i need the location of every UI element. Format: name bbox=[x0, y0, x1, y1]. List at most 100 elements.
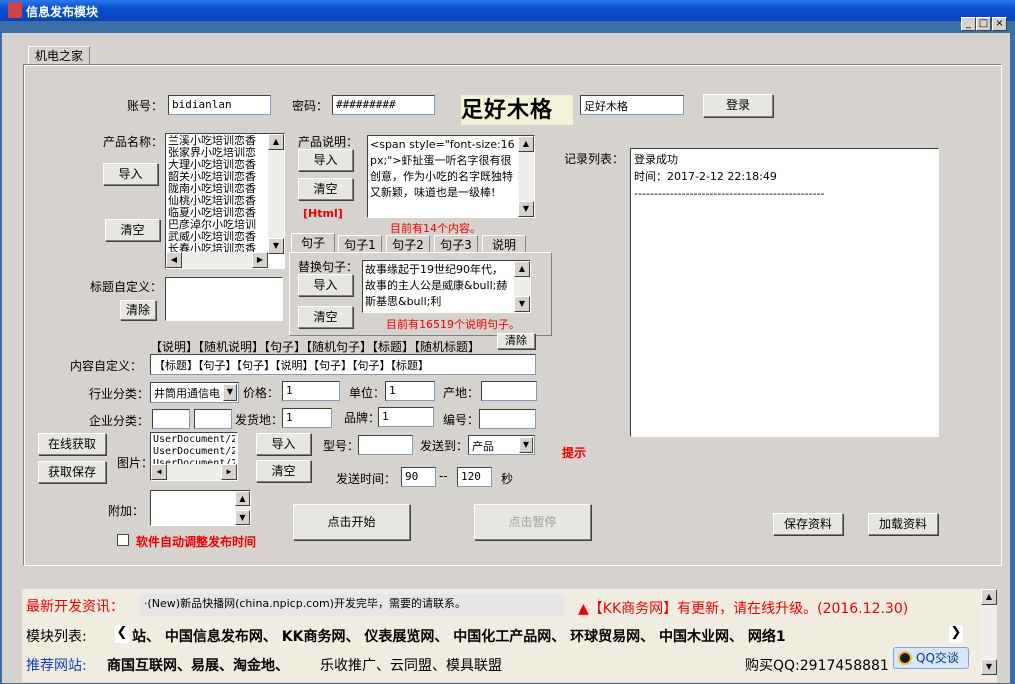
title-custom-clear-button[interactable]: 清除 bbox=[120, 300, 156, 320]
scroll-down-icon[interactable]: ▼ bbox=[518, 201, 534, 217]
scroll-left-icon[interactable]: ◀ bbox=[166, 252, 182, 268]
company-input-2[interactable] bbox=[194, 409, 232, 429]
load-data-button[interactable]: 加载资料 bbox=[868, 513, 938, 535]
online-fetch-button[interactable]: 在线获取 bbox=[38, 433, 106, 455]
modules-next-icon[interactable]: ❯ bbox=[949, 625, 963, 643]
pause-button[interactable]: 点击暂停 bbox=[474, 504, 591, 540]
code-input[interactable] bbox=[479, 409, 536, 429]
model-input[interactable] bbox=[358, 435, 413, 455]
start-button[interactable]: 点击开始 bbox=[293, 504, 410, 540]
unit-input[interactable]: 1 bbox=[385, 381, 435, 401]
buy-qq: 购买QQ:2917458881 bbox=[745, 658, 889, 674]
recommend-sites[interactable]: 乐收推广、云同盟、模具联盟 bbox=[320, 655, 502, 675]
auto-adjust-checkbox[interactable] bbox=[117, 534, 129, 546]
tab-sentence[interactable]: 句子 bbox=[291, 233, 335, 253]
desc-text: <span style="font-size:16px;">虾扯蛋一听名字很有很… bbox=[370, 138, 515, 199]
send-time-to-input[interactable]: 120 bbox=[457, 467, 492, 487]
list-item[interactable]: UserDocument/2 bbox=[153, 434, 235, 446]
qq-chat-button[interactable]: QQ交谈 bbox=[893, 647, 969, 669]
product-clear-button[interactable]: 清空 bbox=[105, 219, 160, 241]
scroll-right-icon[interactable]: ▶ bbox=[221, 464, 237, 480]
close-button[interactable]: × bbox=[992, 17, 1007, 31]
scroll-down-icon[interactable]: ▼ bbox=[514, 296, 530, 312]
scroll-up-icon[interactable]: ▲ bbox=[981, 589, 997, 605]
ship-input[interactable]: 1 bbox=[282, 408, 332, 428]
update-notice[interactable]: ▲【KK商务网】有更新，请在线升级。(2016.12.30) bbox=[578, 598, 908, 618]
content-custom-input[interactable]: 【标题】【句子】【句子】【说明】【句子】【句子】【标题】 bbox=[150, 354, 536, 375]
price-input[interactable]: 1 bbox=[282, 381, 340, 401]
vertical-scrollbar[interactable]: ▲ ▼ bbox=[518, 136, 534, 217]
auto-adjust-label: 软件自动调整发布时间 bbox=[136, 535, 257, 549]
tab-explain[interactable]: 说明 bbox=[482, 235, 526, 253]
tab-sentence1[interactable]: 句子1 bbox=[338, 235, 382, 253]
log-list[interactable]: 登录成功 时间：2017-2-12 22:18:49 -------------… bbox=[630, 148, 939, 437]
macros-clear-button[interactable]: 清除 bbox=[497, 333, 535, 349]
images-clear-button[interactable]: 清空 bbox=[256, 460, 311, 482]
scroll-down-icon[interactable]: ▼ bbox=[268, 238, 284, 254]
minimize-button[interactable]: _ bbox=[961, 17, 976, 31]
company-input-1[interactable] bbox=[152, 409, 190, 429]
chevron-down-icon[interactable]: ▼ bbox=[519, 437, 533, 453]
images-list[interactable]: UserDocument/2 UserDocument/2 UserDocume… bbox=[150, 432, 238, 481]
desc-clear-button[interactable]: 清空 bbox=[298, 178, 353, 200]
horizontal-scrollbar[interactable]: ◀ ▶ bbox=[151, 464, 237, 480]
tab-jidian[interactable]: 机电之家 bbox=[28, 46, 90, 65]
login-button[interactable]: 登录 bbox=[703, 94, 773, 117]
vertical-scrollbar[interactable]: ▲ ▼ bbox=[514, 261, 530, 312]
password-input[interactable]: ######### bbox=[332, 95, 435, 115]
maximize-button[interactable]: □ bbox=[976, 17, 991, 31]
tab-sentence2[interactable]: 句子2 bbox=[386, 235, 430, 253]
industry-label: 行业分类： bbox=[89, 387, 150, 401]
scroll-right-icon[interactable]: ▶ bbox=[252, 252, 268, 268]
list-item[interactable]: 仙桃小吃培训恋香 bbox=[168, 195, 266, 207]
replace-textarea[interactable]: 故事缘起于19世纪90年代，故事的主人公是威康&bull;赫斯基思&bull;利… bbox=[362, 260, 531, 313]
list-item[interactable]: 张家界小吃培训恋 bbox=[168, 147, 266, 159]
desc-import-button[interactable]: 导入 bbox=[298, 149, 353, 171]
fetch-save-button[interactable]: 获取保存 bbox=[38, 461, 106, 483]
scroll-down-icon[interactable]: ▼ bbox=[981, 659, 997, 675]
vertical-scrollbar[interactable]: ▲ ▼ bbox=[235, 491, 250, 525]
replace-clear-button[interactable]: 清空 bbox=[298, 306, 353, 328]
tab-sentence3[interactable]: 句子3 bbox=[434, 235, 478, 253]
info-scrollbar[interactable]: ▲ ▼ bbox=[981, 589, 997, 675]
scroll-down-icon[interactable]: ▼ bbox=[235, 510, 250, 525]
modules-prev-icon[interactable]: ❮ bbox=[115, 625, 129, 643]
scroll-up-icon[interactable]: ▲ bbox=[518, 136, 534, 152]
recommend-sites-bold[interactable]: 商国互联网、易展、淘金地、 bbox=[107, 655, 289, 675]
industry-select[interactable]: 井筒用通信电 ▼ bbox=[150, 382, 239, 403]
news-ticker[interactable]: ·(New)新品快播网(china.npicp.com)开发完毕，需要的请联系。 bbox=[140, 594, 564, 616]
vertical-scrollbar[interactable]: ▲ ▼ bbox=[268, 134, 284, 254]
brand-label: 品牌： bbox=[344, 411, 381, 425]
list-item[interactable]: UserDocument/2 bbox=[153, 446, 235, 458]
modules-list[interactable]: 站、 中国信息发布网、 KK商务网、 仪表展览网、 中国化工产品网、 环球贸易网… bbox=[132, 626, 945, 646]
brand-input[interactable]: 1 bbox=[378, 407, 434, 427]
product-list[interactable]: 兰溪小吃培训恋香 张家界小吃培训恋 大理小吃培训恋香 韶关小吃培训恋香 陇南小吃… bbox=[165, 133, 285, 269]
scroll-left-icon[interactable]: ◀ bbox=[151, 464, 167, 480]
list-item[interactable]: 巴彦淖尔小吃培训 bbox=[168, 219, 266, 231]
list-item[interactable]: 韶关小吃培训恋香 bbox=[168, 171, 266, 183]
replace-import-button[interactable]: 导入 bbox=[298, 274, 353, 296]
title-custom-textarea[interactable] bbox=[165, 277, 283, 321]
product-import-button[interactable]: 导入 bbox=[103, 163, 158, 185]
save-data-button[interactable]: 保存资料 bbox=[773, 513, 843, 535]
origin-input[interactable] bbox=[481, 381, 537, 401]
images-import-button[interactable]: 导入 bbox=[256, 433, 311, 455]
send-time-from-input[interactable]: 90 bbox=[401, 467, 436, 487]
list-item[interactable]: 大理小吃培训恋香 bbox=[168, 159, 266, 171]
scroll-up-icon[interactable]: ▲ bbox=[235, 491, 250, 506]
desc-textarea[interactable]: <span style="font-size:16px;">虾扯蛋一听名字很有很… bbox=[367, 135, 535, 218]
chevron-down-icon[interactable]: ▼ bbox=[223, 384, 237, 401]
industry-value: 井筒用通信电 bbox=[154, 387, 220, 400]
sendto-value: 产品 bbox=[472, 440, 494, 453]
list-item[interactable]: 兰溪小吃培训恋香 bbox=[168, 135, 266, 147]
sendto-select[interactable]: 产品 ▼ bbox=[468, 435, 535, 455]
account-input[interactable]: bidianlan bbox=[168, 95, 271, 115]
scroll-up-icon[interactable]: ▲ bbox=[268, 134, 284, 150]
list-item[interactable]: 陇南小吃培训恋香 bbox=[168, 183, 266, 195]
extra-textarea[interactable]: ▲ ▼ bbox=[150, 490, 251, 526]
captcha-input[interactable]: 足好木格 bbox=[580, 95, 684, 115]
scroll-up-icon[interactable]: ▲ bbox=[514, 261, 530, 277]
list-item[interactable]: 武威小吃培训恋香 bbox=[168, 231, 266, 243]
horizontal-scrollbar[interactable]: ◀ ▶ bbox=[166, 252, 268, 268]
list-item[interactable]: 临夏小吃培训恋香 bbox=[168, 207, 266, 219]
